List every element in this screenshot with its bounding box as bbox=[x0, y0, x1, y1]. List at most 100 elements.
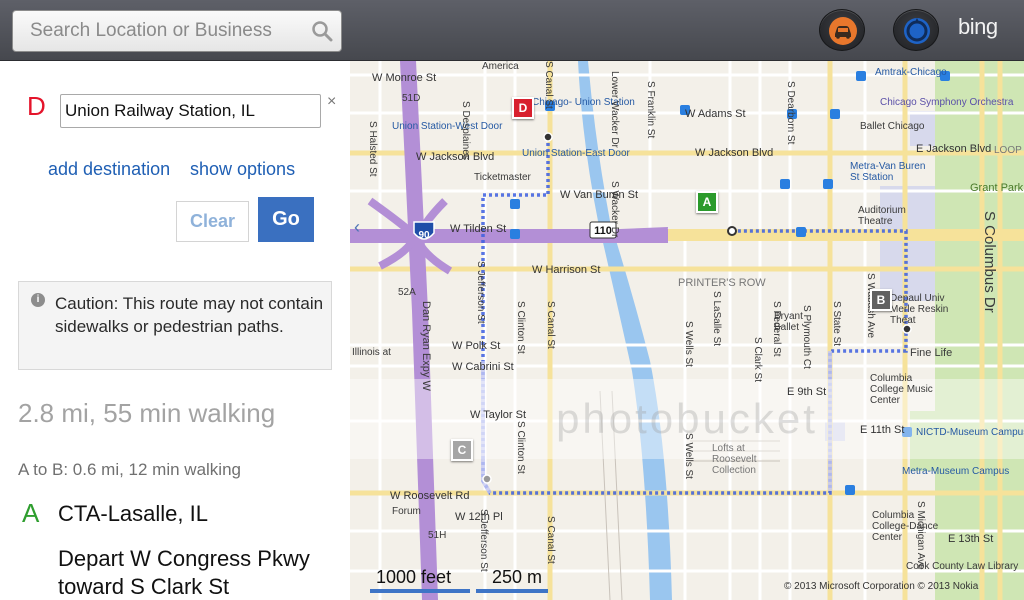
waypoint-c-dot bbox=[482, 474, 492, 484]
map-label: S Wacker Dr bbox=[609, 181, 620, 238]
dan-ryan-expressway bbox=[400, 61, 438, 600]
map-label: W Polk St bbox=[452, 340, 501, 352]
map-label: W Taylor St bbox=[470, 409, 527, 421]
add-destination-link[interactable]: add destination bbox=[48, 159, 170, 180]
scale-feet-label: 1000 feet bbox=[376, 567, 452, 587]
map-label: Lower Wacker Dr bbox=[609, 71, 620, 148]
map-label: S Dearborn St bbox=[785, 81, 796, 145]
map-label: S Michigan Ave bbox=[915, 501, 926, 570]
transit-station-icon bbox=[796, 227, 806, 237]
map-label: Union Station-East Door bbox=[522, 148, 630, 159]
map-label: Dan Ryan Expy W bbox=[420, 301, 432, 391]
map-label: W Van Buren St bbox=[560, 189, 639, 201]
waypoint-a-marker[interactable]: A bbox=[696, 191, 718, 213]
waypoint-c-marker[interactable]: C bbox=[451, 439, 473, 461]
bing-logo: bing bbox=[958, 14, 998, 39]
map-label: Fine Life bbox=[910, 347, 953, 359]
show-options-link[interactable]: show options bbox=[190, 159, 295, 180]
search-icon[interactable] bbox=[311, 20, 333, 42]
map-label: 51D bbox=[402, 93, 421, 104]
map-label: S Canal St bbox=[545, 301, 556, 349]
car-icon bbox=[829, 17, 857, 45]
transit-station-icon bbox=[510, 199, 520, 209]
destination-input[interactable] bbox=[60, 94, 321, 128]
map-label: LOOP bbox=[994, 145, 1022, 156]
search-box[interactable] bbox=[12, 10, 342, 52]
map-label: Illinois at bbox=[352, 347, 391, 358]
interstate-shield-label: 90 bbox=[418, 230, 430, 241]
map-copyright: © 2013 Microsoft Corporation © 2013 Noki… bbox=[784, 581, 979, 592]
map-label: S Wells St bbox=[683, 433, 694, 479]
map-label: S Canal St bbox=[543, 61, 554, 109]
map-label: W Monroe St bbox=[372, 72, 437, 84]
map-label: W Adams St bbox=[685, 108, 746, 120]
search-input[interactable] bbox=[13, 11, 303, 51]
map-label: Forum bbox=[392, 506, 421, 517]
map-label: Metra-Museum Campus bbox=[902, 466, 1010, 477]
map-label: Columbia College Music Center bbox=[870, 373, 933, 406]
step-description: Depart W Congress Pkwy toward S Clark St bbox=[58, 546, 310, 599]
map-label: Metra-Van Buren St Station bbox=[850, 161, 926, 183]
directions-panel: D × add destination show options Clear G… bbox=[0, 61, 350, 600]
map-label: W Jackson Blvd bbox=[695, 147, 774, 159]
map-label: S Columbus Dr bbox=[981, 211, 998, 313]
leg-summary: A to B: 0.6 mi, 12 min walking bbox=[18, 460, 241, 479]
clear-destination-button[interactable]: × bbox=[327, 93, 336, 111]
waypoint-d-marker[interactable]: D bbox=[512, 97, 534, 119]
map-label: Auditorium Theatre bbox=[858, 205, 906, 227]
map-label: W Cabrini St bbox=[452, 361, 514, 373]
locate-icon bbox=[904, 18, 930, 44]
map-label: Union Station-West Door bbox=[392, 121, 503, 132]
waypoint-b-dot bbox=[902, 324, 912, 334]
scale-meters-label: 250 m bbox=[492, 567, 543, 587]
waypoint-a-dot bbox=[727, 226, 737, 236]
caution-text: Caution: This route may not contain side… bbox=[55, 294, 324, 336]
clear-button[interactable]: Clear bbox=[176, 201, 249, 242]
map-label: Grant Park bbox=[970, 182, 1024, 194]
map-label: Chicago Symphony Orchestra bbox=[880, 97, 1014, 108]
map-label: E 13th St bbox=[948, 533, 994, 545]
go-button[interactable]: Go bbox=[258, 197, 314, 242]
map-label: Columbia College-Dance Center bbox=[872, 510, 939, 543]
map-label: Lofts at Roosevelt Collection bbox=[712, 443, 757, 476]
map-label: W Tilden St bbox=[450, 223, 507, 235]
map-label: S Wells St bbox=[683, 321, 694, 367]
collapse-panel-button[interactable]: ‹ bbox=[354, 217, 360, 238]
traffic-button[interactable] bbox=[819, 9, 865, 51]
route-summary: 2.8 mi, 55 min walking bbox=[18, 398, 276, 428]
scale-bar-feet bbox=[370, 589, 470, 593]
transit-station-icon bbox=[510, 229, 520, 239]
step-title[interactable]: CTA-Lasalle, IL bbox=[58, 501, 208, 527]
map-view[interactable]: 90 110 photobucket W Monroe St America C… bbox=[350, 61, 1024, 600]
scale-bar-meters bbox=[476, 589, 548, 593]
transit-station-icon bbox=[823, 179, 833, 189]
map-label: S Clark St bbox=[752, 337, 763, 383]
map-label: Depaul Univ Merle Reskin Theat bbox=[890, 293, 949, 326]
transit-station-icon bbox=[845, 485, 855, 495]
map-label: W Jackson Blvd bbox=[416, 151, 495, 163]
map-label: S Franklin St bbox=[645, 81, 656, 139]
map-label: S Desplaines bbox=[460, 101, 471, 160]
map-label: S LaSalle St bbox=[711, 291, 722, 347]
map-label: 52A bbox=[398, 287, 416, 298]
map-label: S Canal St bbox=[545, 516, 556, 564]
top-bar: bing bbox=[0, 0, 1024, 61]
map-label: America bbox=[482, 61, 519, 72]
waypoint-d-dot bbox=[543, 132, 553, 142]
map-label: E Jackson Blvd bbox=[916, 143, 992, 155]
map-label: S Jefferson St bbox=[478, 509, 489, 572]
map-label: PRINTER'S ROW bbox=[678, 277, 766, 289]
chicago-river bbox=[578, 61, 672, 600]
transit-station-icon bbox=[856, 71, 866, 81]
map-label: S Clinton St bbox=[515, 301, 526, 354]
map-label: Ballet Chicago bbox=[860, 121, 925, 132]
map-label: S Halsted St bbox=[367, 121, 378, 177]
map-label: S State St bbox=[831, 301, 842, 347]
map-label: 51H bbox=[428, 530, 447, 541]
locate-button[interactable] bbox=[893, 9, 939, 51]
map-label: W Harrison St bbox=[532, 264, 601, 276]
destination-letter: D bbox=[27, 91, 46, 121]
waypoint-b-marker[interactable]: B bbox=[870, 289, 892, 311]
map-label: E 9th St bbox=[787, 386, 827, 398]
info-icon: i bbox=[31, 293, 45, 307]
